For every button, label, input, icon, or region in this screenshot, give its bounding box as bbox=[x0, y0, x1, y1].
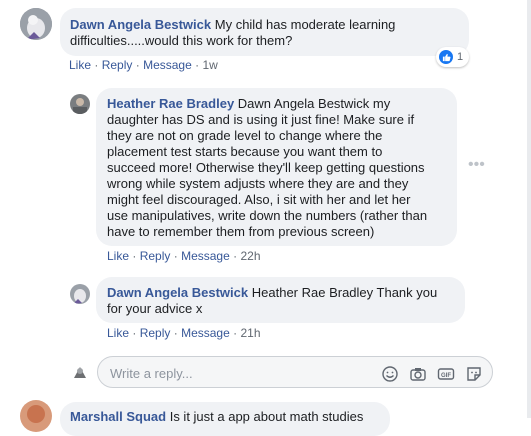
sticker-icon[interactable] bbox=[465, 365, 483, 383]
comment-author[interactable]: Marshall Squad bbox=[70, 409, 166, 424]
more-icon[interactable]: ••• bbox=[468, 157, 485, 173]
camera-icon[interactable] bbox=[409, 365, 427, 383]
reply-text-line: have to remember them from previous scre… bbox=[107, 224, 375, 239]
avatar-photo bbox=[20, 8, 52, 40]
comment-text-cont: difficulties.....would this work for the… bbox=[70, 33, 293, 48]
avatar-photo bbox=[70, 284, 90, 304]
reaction-number: 1 bbox=[457, 51, 464, 63]
message-link[interactable]: Message bbox=[143, 58, 192, 72]
reply-link[interactable]: Reply bbox=[140, 326, 171, 340]
timestamp[interactable]: 1w bbox=[202, 58, 217, 72]
timestamp[interactable]: 22h bbox=[240, 249, 260, 263]
comment-text: Is it just a app about math studies bbox=[169, 409, 364, 424]
timestamp[interactable]: 21h bbox=[240, 326, 260, 340]
comment-text: My child has moderate learning bbox=[214, 17, 396, 32]
like-link[interactable]: Like bbox=[107, 249, 129, 263]
like-link[interactable]: Like bbox=[69, 58, 91, 72]
emoji-icon[interactable] bbox=[381, 365, 399, 383]
reply-link[interactable]: Reply bbox=[102, 58, 133, 72]
reply-text-cont: for your advice x bbox=[107, 301, 203, 316]
comment-author[interactable]: Dawn Angela Bestwick bbox=[70, 17, 211, 32]
reply-actions: Like · Reply · Message · 22h bbox=[107, 249, 261, 263]
reply-input[interactable] bbox=[108, 365, 362, 382]
comment-bubble: Marshall Squad Is it just a app about ma… bbox=[60, 402, 390, 436]
reply-author[interactable]: Dawn Angela Bestwick bbox=[107, 285, 248, 300]
reply-text-line: use manipulatives, write down the number… bbox=[107, 208, 428, 223]
scrollbar-track[interactable] bbox=[527, 0, 531, 418]
reply-text-line: placement test starts because you want t… bbox=[107, 144, 383, 159]
svg-text:GIF: GIF bbox=[441, 373, 451, 379]
reply-text-line: they are not on grade level to change wh… bbox=[107, 128, 383, 143]
reply-bubble: Dawn Angela Bestwick Heather Rae Bradley… bbox=[96, 277, 465, 323]
gif-icon[interactable]: GIF bbox=[437, 365, 455, 383]
reply-text-line: might feel discouraged. Also, i sit with… bbox=[107, 192, 411, 207]
message-link[interactable]: Message bbox=[181, 249, 230, 263]
comment-bubble: Dawn Angela Bestwick My child has modera… bbox=[60, 8, 469, 56]
avatar-photo bbox=[70, 94, 90, 114]
like-icon bbox=[439, 50, 453, 64]
message-link[interactable]: Message bbox=[181, 326, 230, 340]
like-link[interactable]: Like bbox=[107, 326, 129, 340]
avatar[interactable] bbox=[20, 400, 52, 432]
avatar[interactable] bbox=[20, 8, 52, 40]
reply-text-line: wrong while system adjusts where they ar… bbox=[107, 176, 409, 191]
reply-link[interactable]: Reply bbox=[140, 249, 171, 263]
avatar[interactable] bbox=[70, 94, 90, 114]
avatar[interactable] bbox=[70, 284, 90, 304]
reply-text-line: Dawn Angela Bestwick my bbox=[237, 96, 391, 111]
avatar-photo bbox=[20, 400, 52, 432]
reply-text-line: succeed more! Otherwise they'll keep get… bbox=[107, 160, 425, 175]
user-avatar-photo bbox=[70, 362, 90, 382]
reply-text-line: daughter has DS and is using it just fin… bbox=[107, 112, 415, 127]
reply-bubble: Heather Rae Bradley Dawn Angela Bestwick… bbox=[96, 88, 457, 246]
reply-text: Heather Rae Bradley Thank you bbox=[251, 285, 438, 300]
reply-input-box[interactable]: GIF bbox=[97, 356, 493, 388]
reply-author[interactable]: Heather Rae Bradley bbox=[107, 96, 234, 111]
avatar bbox=[70, 362, 90, 382]
comment-actions: Like · Reply · Message · 1w bbox=[69, 58, 218, 72]
reaction-count[interactable]: 1 bbox=[436, 47, 470, 67]
reply-actions: Like · Reply · Message · 21h bbox=[107, 326, 261, 340]
